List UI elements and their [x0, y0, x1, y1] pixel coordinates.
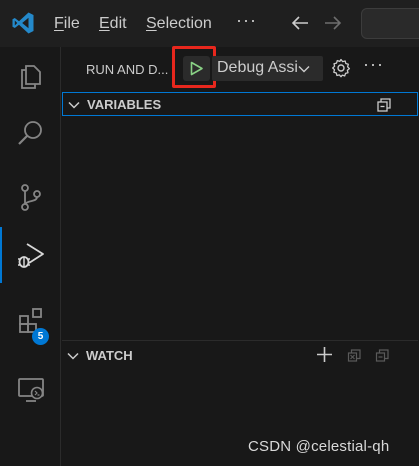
debug-config-label: Debug Assistant: [217, 59, 297, 76]
run-debug-sidebar: RUN AND D... Debug Assistant ··· VARIABL…: [62, 46, 419, 466]
activity-bar: 5: [0, 47, 61, 466]
collapse-all-icon[interactable]: [347, 348, 362, 363]
gear-icon[interactable]: [330, 57, 352, 79]
command-center[interactable]: [361, 8, 419, 39]
arrow-left-icon[interactable]: [289, 12, 311, 34]
run-debug-icon: [18, 243, 44, 268]
menu-edit-rest: dit: [109, 15, 127, 32]
chevron-down-icon: [68, 101, 80, 109]
vscode-logo-icon: [12, 12, 34, 34]
watch-section-header[interactable]: WATCH: [62, 340, 418, 368]
search-icon: [18, 121, 42, 145]
debug-config-select[interactable]: Debug Assistant: [212, 56, 323, 81]
activity-remote-explorer[interactable]: [0, 361, 61, 417]
menu-selection[interactable]: Selection: [146, 15, 212, 33]
activity-run-debug[interactable]: [0, 227, 61, 283]
activity-extensions[interactable]: 5: [0, 293, 61, 349]
remove-all-expressions-icon[interactable]: [375, 348, 390, 363]
activity-source-control[interactable]: [0, 169, 61, 225]
watermark-text: CSDN @celestial-qh: [248, 438, 390, 455]
explorer-icon: [21, 65, 41, 89]
title-bar: File Edit Selection ···: [0, 0, 419, 47]
extensions-badge: 5: [32, 328, 49, 345]
highlight-annotation: [172, 46, 216, 88]
chevron-down-icon: [67, 352, 79, 360]
view-title: RUN AND D...: [86, 62, 169, 77]
menu-file-rest: ile: [63, 15, 80, 32]
more-actions-button[interactable]: ···: [363, 54, 384, 75]
add-expression-icon[interactable]: [315, 345, 334, 364]
menu-file[interactable]: File: [54, 15, 80, 33]
source-control-icon: [21, 184, 41, 211]
collapse-all-icon[interactable]: [376, 96, 393, 113]
more-menu-button[interactable]: ···: [236, 10, 257, 31]
arrow-right-icon[interactable]: [322, 12, 344, 34]
menu-selection-rest: election: [156, 15, 212, 32]
menu-edit[interactable]: Edit: [99, 15, 127, 33]
variables-section-header[interactable]: VARIABLES: [62, 92, 418, 116]
activity-search[interactable]: [0, 105, 61, 161]
chevron-down-icon: [298, 66, 310, 73]
activity-explorer[interactable]: [0, 47, 61, 103]
remote-explorer-icon: [18, 378, 44, 402]
watch-section-label: WATCH: [86, 348, 133, 363]
variables-section-label: VARIABLES: [87, 97, 162, 112]
